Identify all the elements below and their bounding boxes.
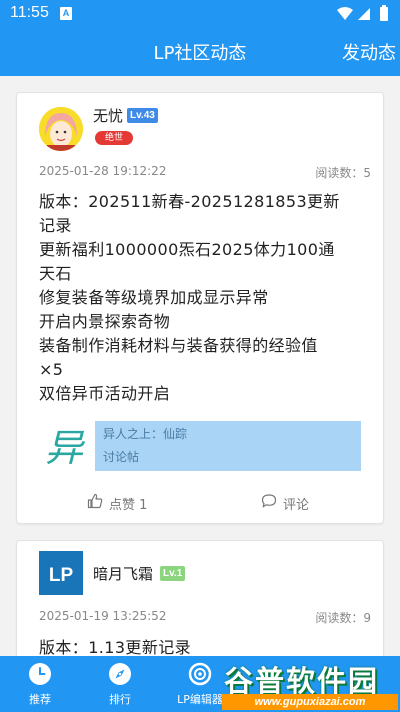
wifi-icon: [337, 7, 353, 20]
watermark: 谷普软件园 www.gupuxiazai.com: [218, 656, 400, 712]
post-card[interactable]: 无忧 Lv.43 绝世 2025-01-28 19:12:22 阅读数：5 版本…: [16, 92, 384, 524]
nav-recommend[interactable]: 推荐: [0, 656, 80, 712]
read-count: 阅读数：5: [315, 166, 371, 180]
nav-label: 排行: [109, 693, 131, 706]
topic-type: 讨论帖: [103, 450, 140, 464]
nav-label: 推荐: [29, 693, 51, 706]
avatar-text: LP: [49, 565, 74, 586]
post-line: 记录: [39, 216, 72, 235]
game-logo-icon: 异: [39, 421, 89, 471]
nav-ranking[interactable]: 排行: [80, 656, 160, 712]
post-line: 天石: [39, 264, 72, 283]
avatar[interactable]: LP: [39, 551, 83, 595]
comment-icon: [261, 494, 277, 508]
title-tag: 绝世: [95, 131, 133, 145]
clock-icon: [29, 663, 51, 685]
avatar[interactable]: [39, 107, 83, 151]
status-bar: 11:55 A: [0, 0, 400, 28]
post-line: 修复装备等级境界加成显示异常: [39, 288, 269, 307]
like-button[interactable]: 点赞 1: [87, 493, 167, 513]
comment-button[interactable]: 评论: [261, 493, 331, 513]
post-button[interactable]: 发动态: [342, 39, 396, 65]
username[interactable]: 无忧: [93, 105, 123, 126]
app-header: LP社区动态 发动态: [0, 28, 400, 76]
status-time: 11:55: [10, 4, 49, 21]
level-badge: Lv.43: [127, 108, 158, 123]
post-date: 2025-01-19 13:25:52: [39, 609, 167, 623]
notification-icon: A: [60, 7, 72, 20]
post-line: 更新福利1000000炁石2025体力100通: [39, 240, 335, 259]
status-icons: [337, 5, 388, 21]
battery-icon: [380, 7, 388, 21]
post-date: 2025-01-28 19:12:22: [39, 164, 167, 178]
post-line: 版本：202511新春-20251281853更新: [39, 192, 340, 211]
post-line: ×5: [39, 360, 64, 379]
post-body[interactable]: 版本：202511新春-20251281853更新 记录 更新福利1000000…: [39, 190, 369, 406]
thumbs-up-icon: [87, 493, 103, 509]
watermark-url: www.gupuxiazai.com: [222, 694, 398, 710]
like-label: 点赞 1: [109, 498, 148, 513]
cartoon-face-icon: [39, 107, 83, 151]
post-line: 双倍异币活动开启: [39, 384, 171, 403]
topic-name: 异人之上：仙踪: [103, 427, 188, 441]
username[interactable]: 暗月飞霜: [93, 563, 153, 584]
post-line: 装备制作消耗材料与装备获得的经验值: [39, 336, 318, 355]
post-line: 开启内景探索奇物: [39, 312, 171, 331]
read-count: 阅读数：9: [315, 611, 371, 625]
page-title: LP社区动态: [153, 43, 247, 64]
topic-link[interactable]: 异 异人之上：仙踪 讨论帖: [39, 421, 361, 471]
topic-label: 异人之上：仙踪 讨论帖: [95, 421, 361, 471]
compass-icon: [109, 663, 131, 685]
level-badge: Lv.1: [160, 566, 186, 581]
signal-icon: [358, 8, 370, 20]
lp-logo-icon: LP: [39, 551, 83, 595]
comment-label: 评论: [283, 498, 310, 513]
target-icon: [188, 662, 212, 686]
game-logo-char: 异: [45, 426, 86, 470]
